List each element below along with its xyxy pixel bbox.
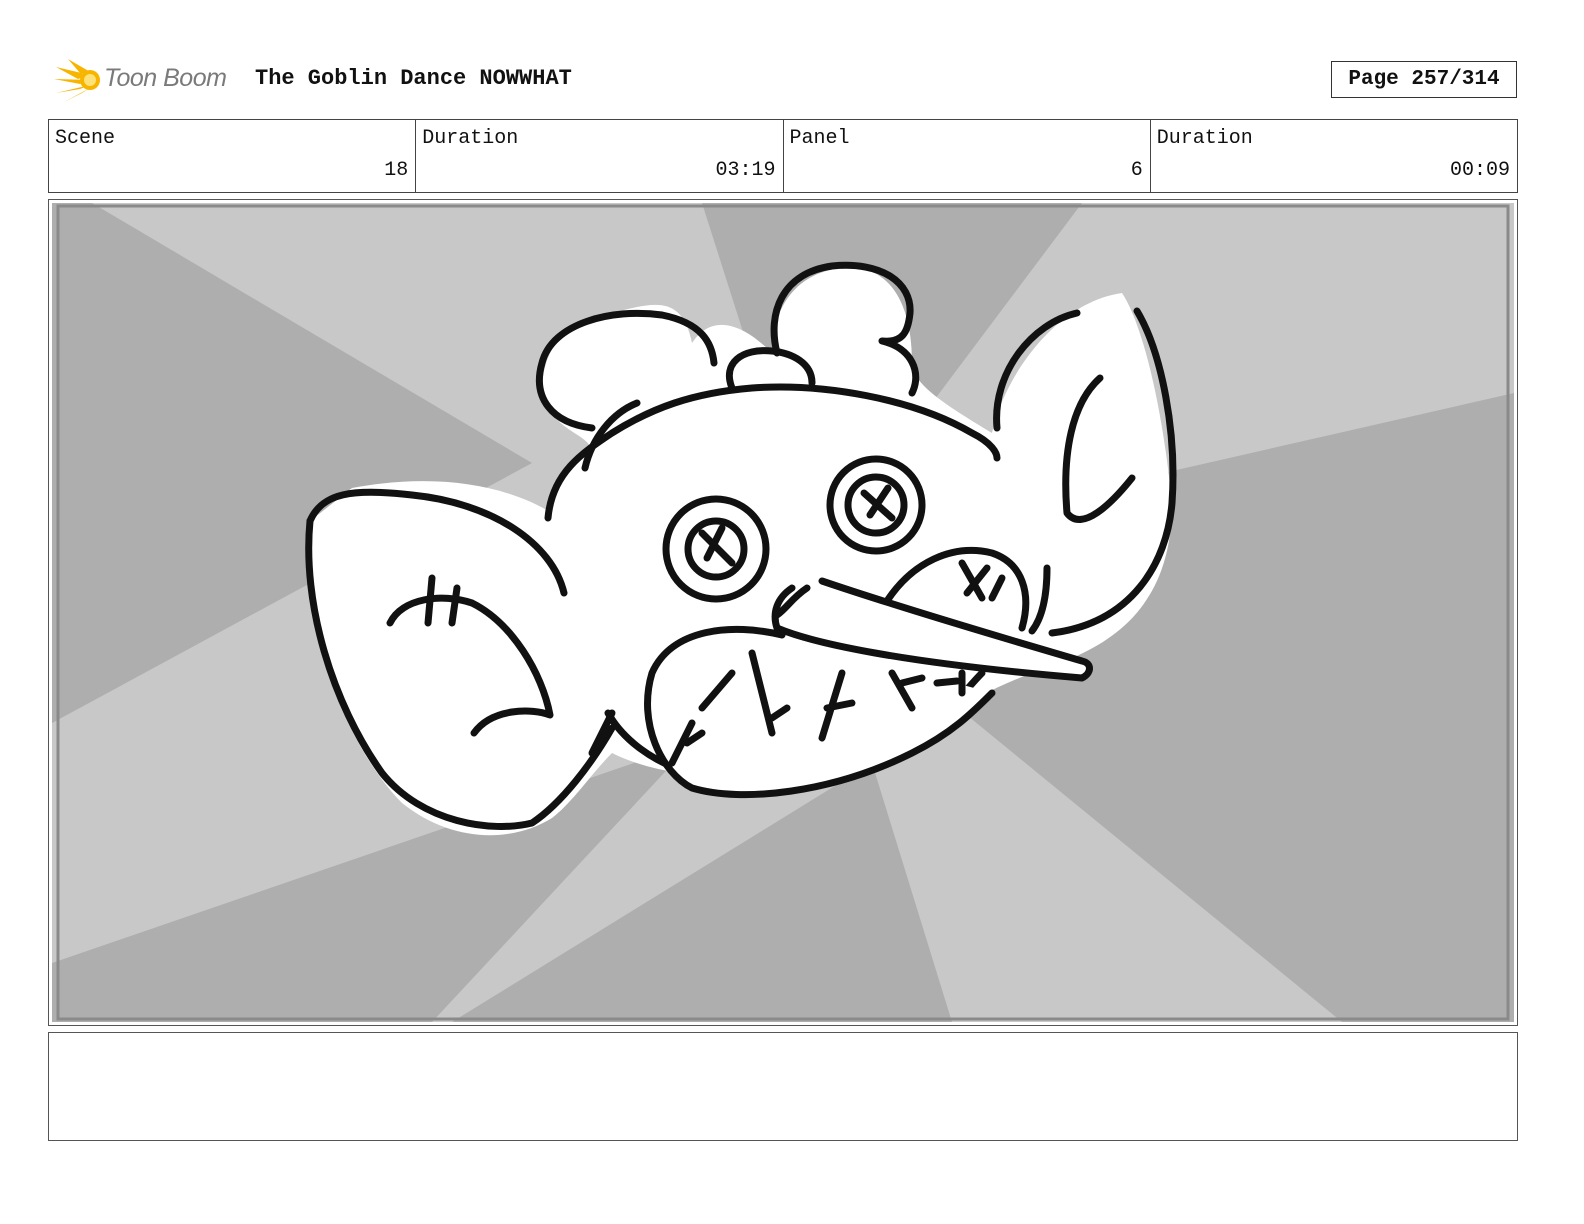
panel-value: 6 xyxy=(1130,159,1143,182)
page-number: Page 257/314 xyxy=(1331,61,1517,98)
scene-label: Scene xyxy=(55,127,116,150)
panel-notes-box[interactable] xyxy=(48,1032,1518,1141)
panel-artwork xyxy=(52,203,1514,1022)
panel-label: Panel xyxy=(789,127,850,150)
panel-duration-label: Duration xyxy=(1156,127,1253,150)
logo-text: Toon Boom xyxy=(104,64,227,92)
scene-duration-label: Duration xyxy=(422,127,519,150)
panel-duration-cell: Duration 00:09 xyxy=(1151,120,1517,192)
panel-duration-value: 00:09 xyxy=(1449,159,1510,182)
scene-duration-cell: Duration 03:19 xyxy=(416,120,784,192)
scene-value: 18 xyxy=(384,159,409,182)
scene-cell: Scene 18 xyxy=(49,120,417,192)
panel-cell: Panel 6 xyxy=(784,120,1151,192)
project-title: The Goblin Dance NOWWHAT xyxy=(255,66,572,91)
scene-info-row: Scene 18 Duration 03:19 Panel 6 Duration… xyxy=(48,119,1518,193)
scene-duration-value: 03:19 xyxy=(715,159,776,182)
